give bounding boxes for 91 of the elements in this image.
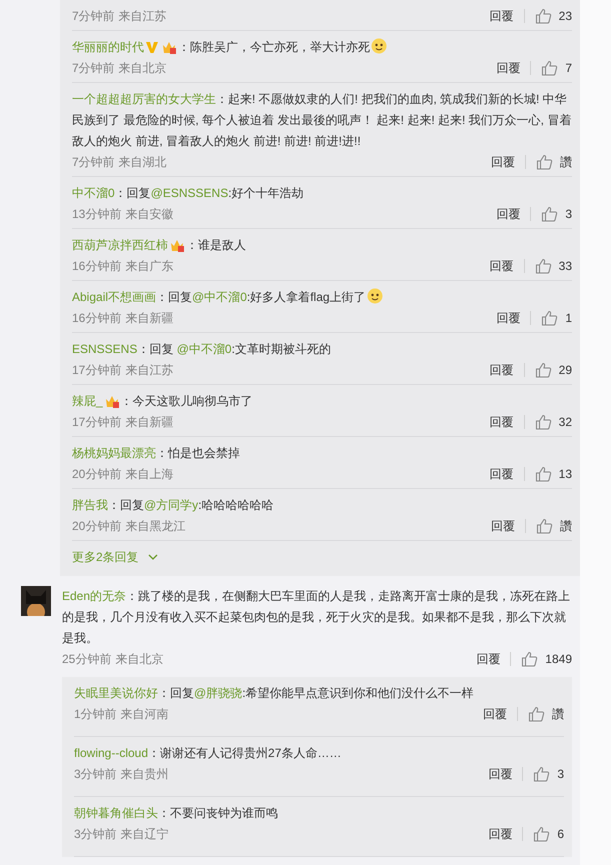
location-text: 来自北京 xyxy=(115,650,164,668)
comment-text: 胖告我：回复@方同学y:哈哈哈哈哈哈 xyxy=(72,497,275,514)
reply-link[interactable]: 回覆 xyxy=(488,766,512,782)
like-button[interactable]: 3 xyxy=(541,206,572,222)
reply-link[interactable]: 回覆 xyxy=(476,650,500,668)
like-button[interactable]: 6 xyxy=(533,826,564,842)
location-text: 来自安徽 xyxy=(125,206,174,222)
timestamp: 20分钟前 xyxy=(72,518,122,534)
location-text: 来自北京 xyxy=(118,60,167,76)
timestamp: 3分钟前 xyxy=(74,826,117,842)
timestamp: 7分钟前 xyxy=(72,60,115,76)
location-text: 来自湖北 xyxy=(118,154,167,170)
timestamp: 20分钟前 xyxy=(72,466,122,482)
thumbs-up-icon xyxy=(541,310,560,326)
comment-text: ESNSSENS：回复 @中不溜0:文革时期被斗死的 xyxy=(72,341,332,358)
thumbs-up-icon xyxy=(534,466,553,482)
like-button[interactable]: 29 xyxy=(534,362,572,378)
thumbs-up-icon xyxy=(541,206,560,222)
reply-link[interactable]: 回覆 xyxy=(496,60,520,76)
timestamp: 16分钟前 xyxy=(72,310,122,326)
timestamp: 3分钟前 xyxy=(74,766,117,782)
thumbs-up-icon xyxy=(521,651,540,667)
reply-link[interactable]: 回覆 xyxy=(488,826,512,842)
emoji-icon xyxy=(371,38,387,54)
comment-text: 朝钟暮角催白头：不要问丧钟为谁而鸣 xyxy=(74,805,279,822)
reply-link[interactable]: 回覆 xyxy=(491,154,515,170)
timestamp: 25分钟前 xyxy=(62,650,112,668)
thumbs-up-icon xyxy=(536,154,554,170)
thumbs-up-icon xyxy=(534,362,553,378)
location-text: 来自辽宁 xyxy=(120,826,169,842)
location-text: 来自广东 xyxy=(125,258,174,274)
like-button[interactable]: 13 xyxy=(534,466,572,482)
thumbs-up-icon xyxy=(533,766,552,782)
reply-link[interactable]: 回覆 xyxy=(490,466,514,482)
comment-text: flowing--cloud：谢谢还有人记得贵州27条人命…… xyxy=(74,745,342,762)
comment-text: 西葫芦凉拌西红柿 ：谁是敌人 xyxy=(72,237,247,254)
like-button[interactable]: 32 xyxy=(534,414,572,430)
like-button[interactable]: 讚 xyxy=(536,518,572,534)
crown-badge-icon xyxy=(161,40,177,54)
location-text: 来自江苏 xyxy=(125,362,174,378)
timestamp: 7分钟前 xyxy=(72,154,115,170)
thumbs-up-icon xyxy=(534,414,553,430)
location-text: 来自贵州 xyxy=(120,766,169,782)
like-button[interactable]: 讚 xyxy=(536,154,572,170)
like-button[interactable]: 3 xyxy=(533,766,564,782)
like-button[interactable]: 33 xyxy=(534,258,572,274)
chevron-down-icon xyxy=(148,553,158,561)
thumbs-up-icon xyxy=(541,60,560,76)
location-text: 来自河南 xyxy=(120,706,169,722)
emoji-icon xyxy=(366,288,383,304)
reply-link[interactable]: 回覆 xyxy=(490,414,514,430)
reply-link[interactable]: 回覆 xyxy=(490,258,514,274)
comment-text: 一个超超超厉害的女大学生：起来! 不愿做奴隶的人们! 把我们的血肉, 筑成我们新的长城! 中华民族到了 最危险的时候, 每个人被迫着 发出最後的吼声！ 起来! 起来! 起来! 我们万众一心, 冒着敌人的炮火 前进, 冒着敌人的炮火 前进! 前进! 前进!进!! xyxy=(72,91,572,150)
location-text: 来自上海 xyxy=(125,466,174,482)
verified-badge-icon xyxy=(145,40,159,54)
location-text: 来自新疆 xyxy=(125,414,174,430)
like-button[interactable]: 讚 xyxy=(528,706,564,722)
timestamp: 17分钟前 xyxy=(72,362,122,378)
comment-text: 中不溜0：回复@ESNSSENS:好个十年浩劫 xyxy=(72,185,305,202)
location-text: 来自新疆 xyxy=(125,310,174,326)
thumbs-up-icon xyxy=(534,8,553,24)
comment-text: 失眠里美说你好：回复@胖骁骁:希望你能早点意识到你和他们没什么不一样 xyxy=(74,685,475,702)
crown-badge-icon xyxy=(169,238,185,252)
like-button[interactable]: 7 xyxy=(541,60,572,76)
thumbs-up-icon xyxy=(533,826,552,842)
like-button[interactable]: 1 xyxy=(541,310,572,326)
thumbs-up-icon xyxy=(534,258,553,274)
crown-badge-icon xyxy=(104,394,120,408)
thumbs-up-icon xyxy=(536,518,554,534)
comment-text: Eden的无奈：跳了楼的是我，在侧翻大巴车里面的人是我，走路离开富士康的是我，冻死在路上的是我，几个月没有收入买不起菜包肉包的是我，死于火灾的是我。如果都不是我，那么下次就是我。 xyxy=(62,588,572,647)
location-text: 来自黑龙江 xyxy=(125,518,186,534)
like-button[interactable]: 23 xyxy=(534,8,572,24)
thumbs-up-icon xyxy=(528,706,546,722)
reply-link[interactable]: 回覆 xyxy=(483,706,507,722)
reply-link[interactable]: 回覆 xyxy=(490,8,514,24)
comment-text: 辣屁_ ：今天这歌儿响彻乌市了 xyxy=(72,393,254,410)
location-text: 来自江苏 xyxy=(118,8,167,24)
comment-text: Abigail不想画画：回复@中不溜0:好多人拿着flag上街了 xyxy=(72,287,572,308)
reply-link[interactable]: 回覆 xyxy=(490,362,514,378)
like-button[interactable]: 1849 xyxy=(521,651,572,667)
timestamp: 13分钟前 xyxy=(72,206,122,222)
reply-link[interactable]: 回覆 xyxy=(491,518,515,534)
reply-link[interactable]: 回覆 xyxy=(496,206,520,222)
timestamp: 1分钟前 xyxy=(74,706,117,722)
comment-text: 杨桃妈妈最漂亮：怕是也会禁掉 xyxy=(72,445,241,462)
timestamp: 17分钟前 xyxy=(72,414,122,430)
comment-text: 华丽丽的时代 ：陈胜吴广，今亡亦死，举大计亦死 xyxy=(72,37,572,58)
avatar-icon xyxy=(21,586,51,616)
timestamp: 16分钟前 xyxy=(72,258,122,274)
reply-link[interactable]: 回覆 xyxy=(496,310,520,326)
timestamp: 7分钟前 xyxy=(72,8,115,24)
